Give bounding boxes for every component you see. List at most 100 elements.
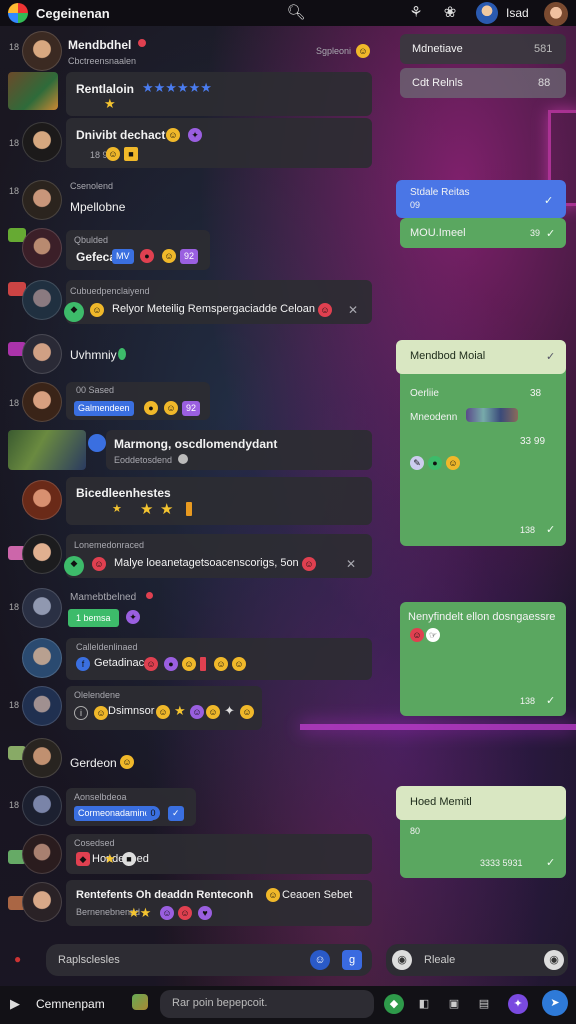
- tag-chip[interactable]: 92: [180, 249, 199, 264]
- emoji-icon: ☞: [426, 628, 440, 642]
- close-icon[interactable]: ✕: [348, 303, 358, 317]
- avatar[interactable]: [22, 228, 62, 268]
- chat-sub: Aonselbdeoa: [74, 792, 127, 802]
- close-icon[interactable]: ✕: [346, 557, 356, 571]
- file-icon[interactable]: ▤: [474, 994, 494, 1014]
- star-icon: ★: [140, 501, 154, 518]
- game-icon[interactable]: ◆: [384, 994, 404, 1014]
- avatar[interactable]: [22, 738, 62, 778]
- message-bubble-blue[interactable]: [396, 180, 566, 218]
- message-time: 138: [520, 696, 536, 706]
- panel-item-value: 581: [534, 43, 553, 55]
- chat-sub: Cubuedpenclaiyend: [70, 286, 150, 296]
- user-name: Isad: [506, 6, 529, 20]
- star-icon: ★: [104, 851, 116, 866]
- avatar[interactable]: [22, 534, 62, 574]
- emoji-icon: ☺: [156, 705, 170, 719]
- record-icon[interactable]: ◉: [544, 950, 564, 970]
- chat-name[interactable]: Gerdeon: [70, 756, 117, 770]
- message-line: Oerliie: [410, 388, 439, 399]
- info-icon[interactable]: i: [74, 706, 88, 720]
- star-icon: ★: [174, 703, 186, 718]
- camera-icon[interactable]: ◉: [392, 950, 412, 970]
- avatar[interactable]: [22, 31, 62, 71]
- star-icon: ★★: [128, 905, 152, 920]
- tag-chip[interactable]: Cormeonadamine: [74, 806, 154, 821]
- avatar[interactable]: [22, 480, 62, 520]
- status-dot-icon: [118, 348, 126, 360]
- app-title: Cegeinenan: [36, 5, 110, 21]
- bottom-label: Cemnenpam: [36, 997, 105, 1011]
- tag-chip[interactable]: 1 bemsa: [68, 609, 119, 627]
- image-strip[interactable]: [466, 408, 518, 422]
- chat-sub: Cosedsed: [74, 838, 115, 848]
- game-thumbnail[interactable]: [8, 430, 86, 470]
- attach-icon[interactable]: g: [342, 950, 362, 970]
- emoji-icon: ✦: [188, 128, 202, 142]
- tag-chip[interactable]: ✓: [168, 806, 184, 821]
- message-sub: 09: [410, 200, 421, 210]
- game-thumbnail[interactable]: [8, 72, 58, 110]
- game-thumbnail[interactable]: [132, 994, 148, 1010]
- chat-sub: Olelendene: [74, 690, 121, 700]
- star-icon: ★: [104, 96, 116, 111]
- mic-icon[interactable]: ●: [14, 952, 21, 966]
- avatar[interactable]: [22, 686, 62, 726]
- secondary-input-text: Rleale: [424, 954, 456, 966]
- row-marker: 18: [9, 700, 20, 710]
- apps-icon[interactable]: ✦: [508, 994, 528, 1014]
- chat-name[interactable]: Mamebtbelned: [70, 592, 136, 603]
- speaker-icon[interactable]: ▶: [10, 996, 20, 1012]
- tag-chip[interactable]: Galmendeen: [74, 401, 134, 416]
- emoji-icon: ☺: [178, 906, 192, 920]
- send-icon[interactable]: ➤: [542, 990, 568, 1016]
- avatar[interactable]: [22, 882, 62, 922]
- search-icon[interactable]: 🔍︎: [286, 3, 306, 23]
- avatar[interactable]: [22, 180, 62, 220]
- star-rating-icon: ★★★★★★: [142, 80, 212, 95]
- activity-icon[interactable]: ⚘: [406, 3, 426, 23]
- row-marker: 18: [9, 186, 20, 196]
- read-check-icon: ✓: [546, 524, 556, 536]
- chat-name: Bicedleenhestes: [76, 486, 171, 500]
- read-check-icon: ✓: [544, 195, 554, 207]
- emoji-picker-icon[interactable]: ☺: [310, 950, 330, 970]
- sticker-icon[interactable]: ◧: [414, 994, 434, 1014]
- avatar[interactable]: [22, 588, 62, 628]
- message-bubble[interactable]: [66, 477, 372, 525]
- chat-name: Dnivibt dechact: [76, 128, 166, 142]
- chat-name: Relyor Meteilig Remspergaciadde Celoan: [112, 303, 315, 315]
- message-title: Mendbod Moial: [410, 350, 486, 362]
- chat-name[interactable]: Mpellobne: [70, 200, 125, 214]
- chat-name[interactable]: Uvhmniy: [70, 348, 117, 362]
- avatar[interactable]: [22, 786, 62, 826]
- avatar[interactable]: [22, 382, 62, 422]
- avatar[interactable]: [22, 334, 62, 374]
- gif-icon[interactable]: ▣: [444, 994, 464, 1014]
- emoji-icon: ☺: [206, 705, 220, 719]
- emoji-icon: ●: [428, 456, 442, 470]
- tag-chip[interactable]: MV: [112, 249, 134, 264]
- tag-chip[interactable]: 92: [182, 401, 201, 416]
- avatar[interactable]: [22, 638, 62, 678]
- emoji-icon: ✦: [126, 610, 140, 624]
- message-bubble[interactable]: [66, 880, 372, 926]
- chat-sub: Cbctreensnaalen: [68, 56, 137, 66]
- chat-name: Getadinac: [94, 657, 145, 669]
- avatar[interactable]: [544, 2, 568, 26]
- chat-name[interactable]: Mendbdhel: [68, 38, 131, 52]
- app-logo-icon[interactable]: [8, 3, 28, 23]
- panel-item-value: 88: [538, 77, 551, 89]
- emoji-icon: ☺: [240, 705, 254, 719]
- avatar[interactable]: [22, 280, 62, 320]
- chat-name: Rentefents Oh deaddn Renteconh: [76, 889, 254, 901]
- profile-avatar[interactable]: [476, 2, 498, 24]
- emoji-icon: ●: [144, 401, 158, 415]
- secondary-input[interactable]: [386, 944, 568, 976]
- avatar[interactable]: [22, 122, 62, 162]
- avatar[interactable]: [22, 834, 62, 874]
- emoji-icon: ☺: [190, 705, 204, 719]
- settings-icon[interactable]: ❀: [440, 3, 460, 23]
- message-title: Hoed Memitl: [410, 796, 472, 808]
- row-marker: 18: [9, 602, 20, 612]
